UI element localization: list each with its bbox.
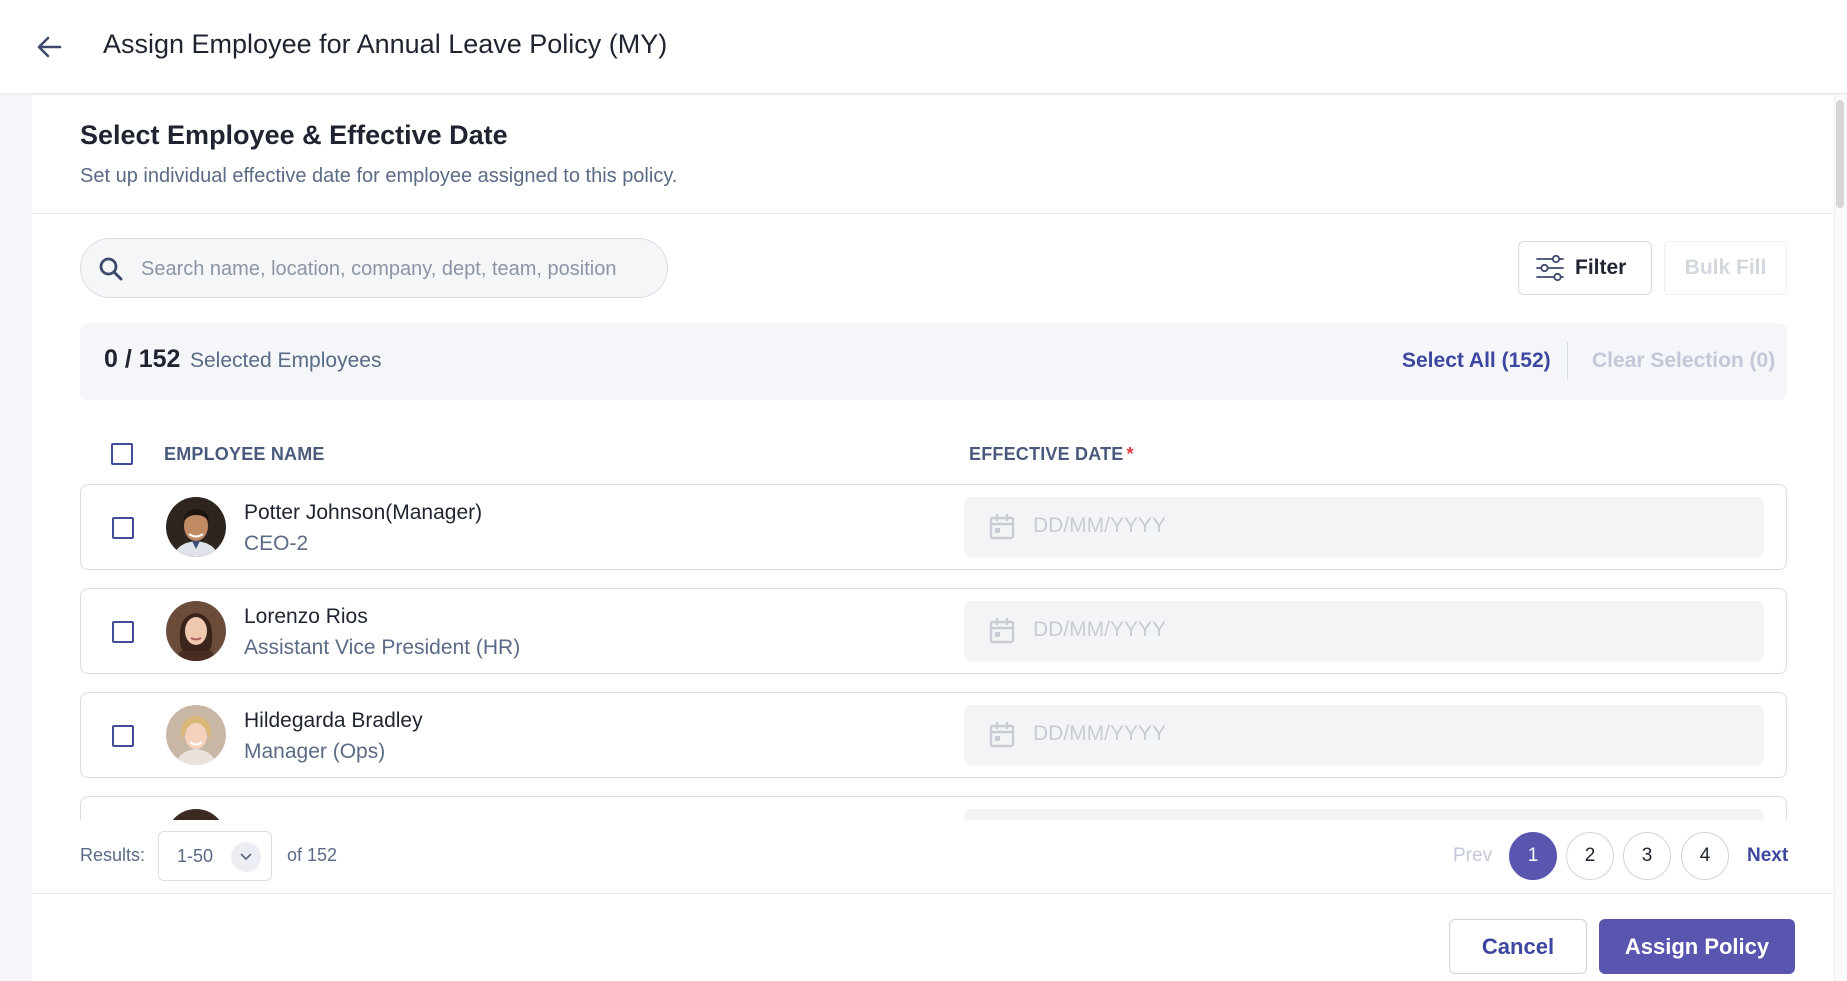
column-header-effective-date: EFFECTIVE DATE * xyxy=(969,444,1134,465)
assign-policy-button[interactable]: Assign Policy xyxy=(1599,919,1795,974)
employee-name: Lorenzo Rios xyxy=(244,605,368,628)
results-label: Results: xyxy=(80,845,146,865)
date-placeholder: DD/MM/YYYY xyxy=(1033,514,1167,537)
results-total: of 152 xyxy=(287,845,338,865)
page-size-select[interactable]: 1-50 xyxy=(158,831,272,881)
cancel-button[interactable]: Cancel xyxy=(1449,919,1587,974)
clear-selection-link[interactable]: Clear Selection (0) xyxy=(1592,349,1775,373)
page-button-3[interactable]: 3 xyxy=(1623,832,1671,880)
chevron-down-icon xyxy=(231,842,261,872)
arrow-left-icon xyxy=(37,36,62,58)
scrollbar-thumb[interactable] xyxy=(1836,100,1844,208)
search-box[interactable] xyxy=(80,238,668,298)
avatar xyxy=(166,809,226,820)
search-input[interactable] xyxy=(141,249,651,289)
scrollbar-track[interactable] xyxy=(1834,95,1847,981)
effective-date-header-label: EFFECTIVE DATE xyxy=(969,444,1124,464)
employee-row: Hildegarda Bradley Manager (Ops) DD/MM/Y… xyxy=(80,692,1787,778)
employee-row-partial xyxy=(80,796,1787,820)
avatar-photo-1 xyxy=(166,497,226,557)
page-button-2[interactable]: 2 xyxy=(1566,832,1614,880)
row-checkbox[interactable] xyxy=(112,621,134,643)
employee-name: Hildegarda Bradley xyxy=(244,709,423,732)
selection-bar: 0 / 152 Selected Employees Select All (1… xyxy=(80,323,1787,400)
filter-sliders-icon xyxy=(1536,254,1564,282)
avatar-photo-3 xyxy=(166,705,226,765)
bulk-fill-button[interactable]: Bulk Fill xyxy=(1664,241,1787,295)
employee-row: Lorenzo Rios Assistant Vice President (H… xyxy=(80,588,1787,674)
selection-divider xyxy=(1567,342,1568,380)
page-title: Assign Employee for Annual Leave Policy … xyxy=(103,29,668,59)
employee-position: CEO-2 xyxy=(244,532,309,555)
employee-position: Manager (Ops) xyxy=(244,740,386,763)
top-bar: Assign Employee for Annual Leave Policy … xyxy=(0,0,1847,94)
footer-divider xyxy=(32,893,1834,894)
avatar-photo-2 xyxy=(166,601,226,661)
avatar xyxy=(166,497,226,557)
effective-date-input[interactable]: DD/MM/YYYY xyxy=(964,601,1764,661)
calendar-icon xyxy=(989,721,1015,748)
selected-label: Selected Employees xyxy=(190,349,382,372)
date-placeholder: DD/MM/YYYY xyxy=(1033,618,1167,641)
filter-label: Filter xyxy=(1575,256,1627,279)
prev-page-button[interactable]: Prev xyxy=(1453,845,1492,867)
effective-date-input[interactable] xyxy=(964,809,1764,820)
section-subtitle: Set up individual effective date for emp… xyxy=(80,165,678,187)
date-placeholder: DD/MM/YYYY xyxy=(1033,722,1167,745)
avatar xyxy=(166,601,226,661)
section-divider xyxy=(32,213,1834,214)
back-button[interactable] xyxy=(30,28,68,66)
select-all-link[interactable]: Select All (152) xyxy=(1402,349,1551,373)
effective-date-input[interactable]: DD/MM/YYYY xyxy=(964,705,1764,765)
selected-count: 0 / 152 xyxy=(104,345,181,373)
search-icon xyxy=(99,257,123,281)
section-title: Select Employee & Effective Date xyxy=(80,120,508,150)
avatar xyxy=(166,705,226,765)
page-button-1[interactable]: 1 xyxy=(1509,832,1557,880)
next-page-button[interactable]: Next xyxy=(1747,845,1788,867)
row-checkbox[interactable] xyxy=(112,725,134,747)
page-size-value: 1-50 xyxy=(177,846,214,866)
required-marker: * xyxy=(1126,444,1134,464)
row-checkbox[interactable] xyxy=(112,517,134,539)
column-header-employee-name: EMPLOYEE NAME xyxy=(164,444,325,464)
employee-row: Potter Johnson(Manager) CEO-2 DD/MM/YYYY xyxy=(80,484,1787,570)
calendar-icon xyxy=(989,513,1015,540)
calendar-icon xyxy=(989,617,1015,644)
employee-list[interactable]: Potter Johnson(Manager) CEO-2 DD/MM/YYYY… xyxy=(80,483,1788,820)
page-button-4[interactable]: 4 xyxy=(1681,832,1729,880)
employee-position: Assistant Vice President (HR) xyxy=(244,636,521,659)
employee-name: Potter Johnson(Manager) xyxy=(244,501,483,524)
select-all-checkbox[interactable] xyxy=(111,443,133,465)
effective-date-input[interactable]: DD/MM/YYYY xyxy=(964,497,1764,557)
filter-button[interactable]: Filter xyxy=(1518,241,1652,295)
